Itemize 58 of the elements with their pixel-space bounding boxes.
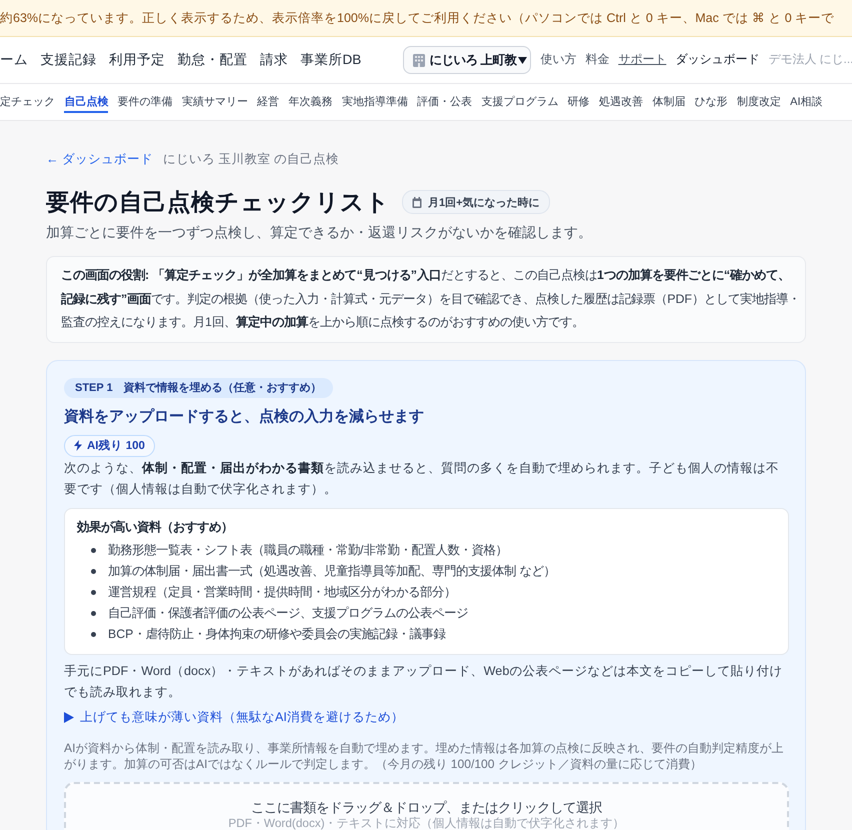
office-select[interactable]: にじいろ 上町教 [403,46,532,74]
role-note: この画面の役割: 「算定チェック」が全加算をまとめて“見つける”入口だとすると、この自己点検は1つの加算を要件ごとに“確かめて、記録に残す”画面です。判定の根拠（使った入力・計算式・元データ）を目で確認でき、点検した履歴は記録票（PDF）として実地指導・監査の控えになります。月1回、算定中の加算を上から順に点検するのがおすすめの使い方です。 [46,256,806,342]
sub-nav-tab[interactable]: 定チェック [0,91,55,113]
upload-note: 手元にPDF・Word（docx）・テキストがあればそのままアップロード、Webの公表ページなどは本文をコピーして貼り付けでも読み取れます。 [64,662,784,700]
sub-nav-tab[interactable]: 評価・公表 [417,91,472,113]
step-heading: 資料をアップロードすると、点検の入力を減らせます [64,407,425,426]
sub-nav-tab[interactable]: 制度改定 [736,91,781,113]
page-title: 要件の自己点検チェックリスト [46,188,390,217]
sub-nav-tab[interactable]: 要件の準備 [118,91,173,113]
caret-icon [518,56,527,64]
ai-usage-note: AIが資料から体制・配置を読み取り、事業所情報を自動で埋めます。埋めた情報は各加算の点検に反映され、要件の自動判定精度が上がります。加算の可否はAIではなくルールで判定します。（今月の残り 100/100 クレジット／資料の量に応じて消費） [64,740,784,772]
sub-nav-tab[interactable]: 研修 [568,91,590,113]
header-link[interactable]: 使い方 [540,52,576,68]
sub-nav-tab[interactable]: 支援プログラム [481,91,558,113]
sub-nav-tab[interactable]: 体制届 [652,91,686,113]
bullet-icon [91,610,96,616]
recommended-doc-item: 運営規程（定員・営業時間・提供時間・地域区分がわかる部分） [108,584,456,600]
nav-link[interactable]: ーム [0,51,28,69]
recommended-doc-item: 自己評価・保護者評価の公表ページ、支援プログラムの公表ページ [108,604,468,622]
sub-nav-tab[interactable]: 処遇改善 [598,91,643,113]
recommended-doc-item: 加算の体制届・届出書一式（処遇改善、児童指導員等加配、専門的支援体制 など） [108,562,556,580]
sub-nav-tab[interactable]: 実地指導準備 [342,91,408,113]
nav-link[interactable]: 支援記録 [40,51,96,69]
zoom-warning-text: 約63%になっています。正しく表示するため、表示倍率を100%に戻してご利用ください（パソコンでは Ctrl と 0 キー、Mac では ⌘ と 0 キーで [0,10,834,26]
file-drop-zone[interactable]: ここに書類をドラッグ＆ドロップ、またはクリックして選択 PDF・Word(docx)・テキストに対応（個人情報は自動で伏字化されます） [64,782,789,830]
office-select-value: にじいろ 上町教 [429,52,517,68]
bullet-icon [91,548,96,552]
nav-link[interactable]: 事業所DB [300,51,362,69]
lightning-icon [74,440,82,451]
breadcrumb-current: にじいろ 玉川教室 の自己点検 [162,151,339,168]
recommended-docs-title: 効果が高い資料（おすすめ） [77,518,234,536]
header-link[interactable]: 料金 [585,52,610,68]
header-link[interactable]: ダッシュボード [675,52,760,68]
page-subtitle: 加算ごとに要件を一つずつ点検し、算定できるか・返還リスクがないかを確認します。 [46,224,593,242]
sub-nav-tab[interactable]: 実績サマリー [182,91,248,113]
sub-nav-tab[interactable]: AI相談 [790,91,823,113]
drop-zone-title: ここに書類をドラッグ＆ドロップ、またはクリックして選択 [251,798,602,816]
nav-link[interactable]: 請求 [260,51,288,69]
nav-link[interactable]: 勤怠・配置 [178,51,248,69]
ai-credit-label: AI残り 100 [87,438,145,453]
step-badge: STEP 1 資料で情報を埋める（任意・おすすめ） [64,378,333,398]
frequency-label: 月1回+気になった時に [428,196,540,210]
recommended-doc-item: BCP・虐待防止・身体拘束の研修や委員会の実施記録・議事録 [108,626,446,642]
bullet-icon [91,632,96,636]
bullet-icon [91,568,96,574]
calendar-icon [412,196,422,208]
sub-nav-tab[interactable]: ひな形 [694,91,728,113]
sub-nav-tab[interactable]: 年次義務 [288,91,332,113]
step-intro: 次のような、体制・配置・届出がわかる書類を読み込ませると、質問の多くを自動で埋められます。子ども個人の情報は不要です（個人情報は自動で伏字化されます）。 [64,460,780,498]
bullet-icon [91,590,96,594]
sub-nav-tab[interactable]: 経営 [257,91,280,113]
back-link[interactable]: ← ダッシュボード [46,151,153,168]
sub-nav-tab[interactable]: 自己点検 [64,91,108,113]
recommended-doc-item: 勤務形態一覧表・シフト表（職員の職種・常勤/非常勤・配置人数・資格） [108,542,508,558]
drop-zone-hint: PDF・Word(docx)・テキストに対応（個人情報は自動で伏字化されます） [228,816,625,830]
building-icon [413,54,426,66]
header-link[interactable]: サポート [618,52,666,68]
nav-link[interactable]: 利用予定 [109,51,165,69]
